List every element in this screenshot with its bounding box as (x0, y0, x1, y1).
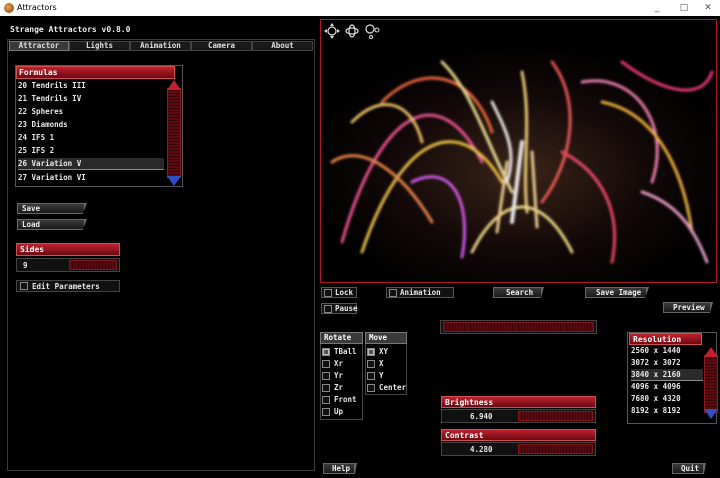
lock-checkbox[interactable] (324, 289, 332, 297)
brightness-slider[interactable]: 6.940 (441, 409, 596, 423)
contrast-header: Contrast (441, 429, 596, 441)
pause-label: Pause (335, 304, 358, 313)
minimize-icon[interactable]: _ (650, 2, 664, 14)
preview-button[interactable]: Preview (663, 302, 713, 313)
contrast-slider[interactable]: 4.280 (441, 442, 596, 456)
yr-checkbox[interactable] (322, 372, 330, 380)
sides-slider[interactable]: 9 (16, 258, 120, 272)
tab-camera[interactable]: Camera (191, 41, 252, 51)
unnamed-slider-fill (443, 322, 594, 332)
y-label: Y (379, 371, 384, 380)
formula-item[interactable]: 22 Spheres (18, 106, 164, 118)
resolution-item[interactable]: 2560 x 1440 (631, 345, 703, 357)
rotate-gizmo-icon[interactable] (344, 23, 360, 39)
formula-item[interactable]: 27 Variation VI (18, 172, 164, 184)
animation-label: Animation (400, 288, 441, 297)
load-parameters-button[interactable]: Load Parameters (17, 219, 87, 230)
help-button[interactable]: Help (323, 463, 357, 474)
formula-item[interactable]: 24 IFS 1 (18, 132, 164, 144)
scroll-down-icon[interactable] (167, 176, 181, 186)
resolution-header: Resolution (629, 333, 702, 345)
scroll-up-icon[interactable] (167, 80, 181, 90)
scrollbar-track[interactable] (704, 355, 718, 413)
xy-checkbox[interactable] (367, 348, 375, 356)
xr-label: Xr (334, 359, 344, 368)
resolution-item[interactable]: 7680 x 4320 (631, 393, 703, 405)
contrast-slider-fill (518, 444, 593, 454)
save-image-button[interactable]: Save Image (585, 287, 649, 298)
resolution-item-selected[interactable]: 3840 x 2160 (631, 369, 703, 381)
quit-button[interactable]: Quit (672, 463, 706, 474)
save-parameters-button[interactable]: Save Parameters (17, 203, 87, 214)
scroll-up-icon[interactable] (704, 347, 718, 357)
tab-lights[interactable]: Lights (69, 41, 130, 51)
move-header: Move (365, 332, 407, 344)
front-label: Front (334, 395, 357, 404)
sides-header: Sides (16, 243, 120, 256)
front-checkbox[interactable] (322, 396, 330, 404)
yr-label: Yr (334, 371, 344, 380)
tab-about[interactable]: About (252, 41, 313, 51)
zr-checkbox[interactable] (322, 384, 330, 392)
tball-label: TBall (334, 347, 357, 356)
formula-item[interactable]: 20 Tendrils III (18, 80, 164, 92)
animation-toggle[interactable]: Animation (386, 287, 454, 298)
pause-toggle[interactable]: Pause (321, 303, 358, 314)
sides-slider-fill (69, 260, 117, 270)
pause-checkbox[interactable] (324, 305, 332, 313)
rotate-header: Rotate (320, 332, 363, 344)
up-checkbox[interactable] (322, 408, 330, 416)
brightness-value: 6.940 (470, 412, 493, 421)
preview-viewport[interactable] (320, 19, 717, 283)
edit-parameters-checkbox[interactable] (20, 282, 28, 290)
x-label: X (379, 359, 384, 368)
resolution-scrollbar[interactable] (704, 347, 718, 419)
up-label: Up (334, 407, 344, 416)
maximize-icon[interactable]: □ (677, 2, 691, 14)
tball-checkbox[interactable] (322, 348, 330, 356)
zoom-gizmo-icon[interactable] (364, 23, 380, 39)
tab-animation[interactable]: Animation (130, 41, 191, 51)
formulas-header: Formulas (16, 66, 175, 79)
y-checkbox[interactable] (367, 372, 375, 380)
brightness-slider-fill (518, 411, 593, 421)
formula-item[interactable]: 23 Diamonds (18, 119, 164, 131)
center-checkbox[interactable] (367, 384, 375, 392)
xr-checkbox[interactable] (322, 360, 330, 368)
xy-label: XY (379, 347, 389, 356)
zr-label: Zr (334, 383, 344, 392)
formula-item[interactable]: 25 IFS 2 (18, 145, 164, 157)
lock-label: Lock (335, 288, 354, 297)
search-button[interactable]: Search (493, 287, 544, 298)
sides-value: 9 (23, 261, 28, 270)
center-label: Center (379, 383, 407, 392)
close-icon[interactable]: ✕ (701, 2, 715, 14)
contrast-value: 4.280 (470, 445, 493, 454)
formula-item[interactable]: 21 Tendrils IV (18, 93, 164, 105)
edit-parameters-row[interactable]: Edit Parameters (16, 280, 120, 292)
move-gizmo-icon[interactable] (324, 23, 340, 39)
unnamed-slider[interactable] (440, 320, 597, 334)
scrollbar-track[interactable] (167, 88, 181, 178)
x-checkbox[interactable] (367, 360, 375, 368)
tab-attractor[interactable]: Attractor (9, 41, 69, 51)
formula-item-selected[interactable]: 26 Variation V (18, 158, 164, 170)
formulas-scrollbar[interactable] (167, 80, 181, 186)
resolution-item[interactable]: 3072 x 3072 (631, 357, 703, 369)
attractor-render-image (322, 42, 716, 280)
resolution-item[interactable]: 4096 x 4096 (631, 381, 703, 393)
lock-toggle[interactable]: Lock (321, 287, 357, 298)
resolution-item[interactable]: 8192 x 8192 (631, 405, 703, 417)
scroll-down-icon[interactable] (704, 409, 718, 419)
brightness-header: Brightness (441, 396, 596, 408)
app-title: Strange Attractors v0.8.0 (10, 25, 131, 34)
animation-checkbox[interactable] (389, 289, 397, 297)
window-title: Attractors (17, 3, 57, 12)
window-titlebar: Attractors _ □ ✕ (0, 0, 720, 16)
edit-parameters-label: Edit Parameters (32, 282, 100, 291)
app-icon (4, 3, 14, 13)
